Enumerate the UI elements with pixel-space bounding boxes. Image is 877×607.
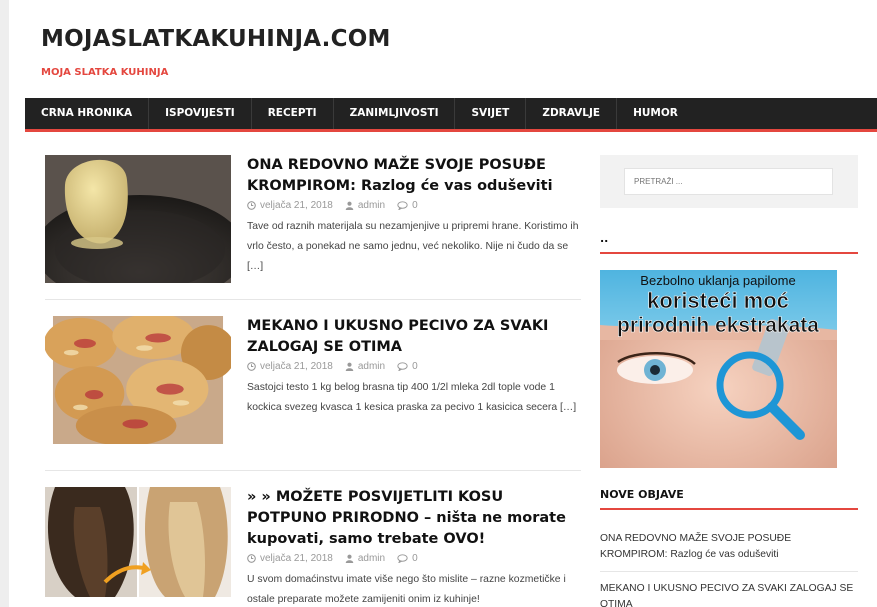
post-author[interactable]: admin (358, 553, 385, 564)
user-icon (345, 362, 354, 371)
nav-item-zdravlje[interactable]: ZDRAVLJE (526, 98, 618, 129)
main-navigation: CRNA HRONIKA ISPOVIJESTI RECEPTI ZANIMLJ… (25, 98, 877, 132)
search-input[interactable] (624, 168, 833, 195)
search-widget (600, 155, 858, 208)
nav-item-ispovijesti[interactable]: ISPOVIJESTI (149, 98, 252, 129)
post-excerpt: Tave od raznih materijala su nezamjenjiv… (247, 217, 581, 277)
nav-item-recepti[interactable]: RECEPTI (252, 98, 334, 129)
nav-item-humor[interactable]: HUMOR (617, 98, 694, 129)
widget-title: .. (600, 232, 858, 254)
ad-line2: koristeći moć (647, 288, 789, 313)
post-excerpt: U svom domaćinstvu imate više nego što m… (247, 570, 581, 607)
post-author[interactable]: admin (358, 361, 385, 372)
recent-post-link[interactable]: MEKANO I UKUSNO PECIVO ZA SVAKI ZALOGAJ … (600, 572, 858, 607)
site-tagline: MOJA SLATKA KUHINJA (41, 67, 169, 78)
post-author[interactable]: admin (358, 200, 385, 211)
post-title[interactable]: MEKANO I UKUSNO PECIVO ZA SVAKI ZALOGAJ … (247, 316, 581, 358)
post-meta: veljača 21, 2018 admin 0 (247, 553, 581, 564)
post-body: MEKANO I UKUSNO PECIVO ZA SVAKI ZALOGAJ … (247, 316, 581, 418)
post-divider (45, 299, 581, 300)
post-title[interactable]: » » MOŽETE POSVIJETLITI KOSU POTPUNO PRI… (247, 487, 581, 550)
recent-post-link[interactable]: ONA REDOVNO MAŽE SVOJE POSUĐE KROMPIROM:… (600, 522, 858, 572)
ad-line3: prirodnih ekstrakata (617, 314, 819, 337)
post-comment-count[interactable]: 0 (412, 553, 418, 564)
recent-posts-title: NOVE OBJAVE (600, 488, 858, 510)
page-wrapper: MOJASLATKAKUHINJA.COM MOJA SLATKA KUHINJ… (25, 0, 877, 607)
post-excerpt-text: Tave od raznih materijala su nezamjenjiv… (247, 221, 579, 252)
nav-item-svijet[interactable]: SVIJET (455, 98, 527, 129)
post-date[interactable]: veljača 21, 2018 (260, 553, 333, 564)
post-body: » » MOŽETE POSVIJETLITI KOSU POTPUNO PRI… (247, 487, 581, 607)
clock-icon (247, 554, 256, 563)
post-title[interactable]: ONA REDOVNO MAŽE SVOJE POSUĐE KROMPIROM:… (247, 155, 581, 197)
clock-icon (247, 362, 256, 371)
nav-item-zanimljivosti[interactable]: ZANIMLJIVOSTI (334, 98, 456, 129)
post-thumbnail[interactable] (45, 155, 231, 283)
post-comment-count[interactable]: 0 (412, 361, 418, 372)
post-divider (45, 470, 581, 471)
post-date[interactable]: veljača 21, 2018 (260, 361, 333, 372)
user-icon (345, 201, 354, 210)
post-excerpt-text: Sastojci testo 1 kg belog brasna tip 400… (247, 382, 558, 413)
sidebar: .. (600, 155, 858, 607)
page-left-edge (0, 0, 9, 607)
read-more-link[interactable]: […] (560, 402, 576, 413)
post-excerpt: Sastojci testo 1 kg belog brasna tip 400… (247, 378, 581, 418)
papilloma-ad-image: Bezbolno uklanja papilome koristeći moć … (600, 270, 837, 468)
hair-before-after-image (45, 487, 231, 597)
post-thumbnail[interactable] (45, 487, 231, 597)
read-more-link[interactable]: […] (247, 261, 263, 272)
comment-icon (397, 201, 408, 210)
potato-pan-image (45, 155, 231, 283)
post-date[interactable]: veljača 21, 2018 (260, 200, 333, 211)
site-title[interactable]: MOJASLATKAKUHINJA.COM (41, 26, 391, 52)
clock-icon (247, 201, 256, 210)
ad-banner[interactable]: Bezbolno uklanja papilome koristeći moć … (600, 270, 837, 468)
nav-item-crna-hronika[interactable]: CRNA HRONIKA (25, 98, 150, 129)
recent-posts-list: ONA REDOVNO MAŽE SVOJE POSUĐE KROMPIROM:… (600, 522, 858, 607)
post-comment-count[interactable]: 0 (412, 200, 418, 211)
post-thumbnail[interactable] (45, 316, 231, 444)
post-meta: veljača 21, 2018 admin 0 (247, 361, 581, 372)
post-excerpt-text: U svom domaćinstvu imate više nego što m… (247, 574, 566, 605)
pastry-image (45, 316, 231, 444)
comment-icon (397, 554, 408, 563)
user-icon (345, 554, 354, 563)
ad-line1: Bezbolno uklanja papilome (640, 273, 795, 288)
post-meta: veljača 21, 2018 admin 0 (247, 200, 581, 211)
comment-icon (397, 362, 408, 371)
post-body: ONA REDOVNO MAŽE SVOJE POSUĐE KROMPIROM:… (247, 155, 581, 277)
